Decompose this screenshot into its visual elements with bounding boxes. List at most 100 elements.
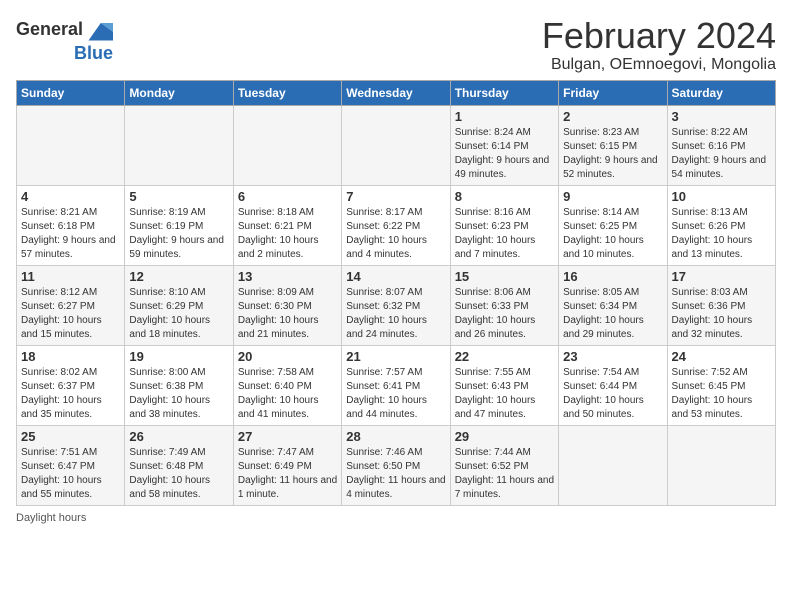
calendar-cell [667,425,775,505]
day-of-week-header: Saturday [667,80,775,105]
day-info: Sunrise: 8:12 AM Sunset: 6:27 PM Dayligh… [21,286,120,342]
calendar-cell [125,105,233,185]
logo-general-text: General [16,20,83,40]
calendar-cell: 25 Sunrise: 7:51 AM Sunset: 6:47 PM Dayli… [17,425,125,505]
day-number: 28 [346,429,445,444]
day-info: Sunrise: 8:02 AM Sunset: 6:37 PM Dayligh… [21,366,120,422]
day-number: 10 [672,189,771,204]
day-number: 4 [21,189,120,204]
day-number: 18 [21,349,120,364]
day-number: 20 [238,349,337,364]
day-info: Sunrise: 8:17 AM Sunset: 6:22 PM Dayligh… [346,206,445,262]
calendar-cell [17,105,125,185]
day-info: Sunrise: 7:54 AM Sunset: 6:44 PM Dayligh… [563,366,662,422]
title-block: February 2024 Bulgan, OEmnoegovi, Mongol… [542,16,776,74]
day-info: Sunrise: 8:13 AM Sunset: 6:26 PM Dayligh… [672,206,771,262]
day-number: 5 [129,189,228,204]
day-info: Sunrise: 8:03 AM Sunset: 6:36 PM Dayligh… [672,286,771,342]
day-number: 11 [21,269,120,284]
calendar-cell: 12 Sunrise: 8:10 AM Sunset: 6:29 PM Dayli… [125,265,233,345]
day-number: 15 [455,269,554,284]
day-number: 27 [238,429,337,444]
calendar-cell: 3 Sunrise: 8:22 AM Sunset: 6:16 PM Daylig… [667,105,775,185]
calendar-cell: 9Sunrise: 8:14 AM Sunset: 6:25 PM Daylig… [559,185,667,265]
day-info: Sunrise: 7:58 AM Sunset: 6:40 PM Dayligh… [238,366,337,422]
calendar-cell: 1 Sunrise: 8:24 AM Sunset: 6:14 PM Daylig… [450,105,558,185]
day-number: 13 [238,269,337,284]
day-info: Sunrise: 7:52 AM Sunset: 6:45 PM Dayligh… [672,366,771,422]
calendar-cell: 13 Sunrise: 8:09 AM Sunset: 6:30 PM Dayli… [233,265,341,345]
calendar-cell: 10 Sunrise: 8:13 AM Sunset: 6:26 PM Dayli… [667,185,775,265]
day-info: Sunrise: 8:18 AM Sunset: 6:21 PM Dayligh… [238,206,337,262]
day-info: Sunrise: 8:14 AM Sunset: 6:25 PM Dayligh… [563,206,662,262]
day-number: 6 [238,189,337,204]
day-info: Sunrise: 8:00 AM Sunset: 6:38 PM Dayligh… [129,366,228,422]
day-number: 19 [129,349,228,364]
day-info: Sunrise: 8:09 AM Sunset: 6:30 PM Dayligh… [238,286,337,342]
calendar-cell: 18 Sunrise: 8:02 AM Sunset: 6:37 PM Dayli… [17,345,125,425]
day-number: 8 [455,189,554,204]
header: General Blue February 2024 Bulgan, OEmno… [16,16,776,74]
day-info: Sunrise: 8:23 AM Sunset: 6:15 PM Dayligh… [563,126,662,182]
calendar-cell: 6 Sunrise: 8:18 AM Sunset: 6:21 PM Daylig… [233,185,341,265]
page: General Blue February 2024 Bulgan, OEmno… [0,0,792,534]
day-info: Sunrise: 7:51 AM Sunset: 6:47 PM Dayligh… [21,446,120,502]
day-number: 29 [455,429,554,444]
day-info: Sunrise: 8:22 AM Sunset: 6:16 PM Dayligh… [672,126,771,182]
calendar-cell [342,105,450,185]
day-number: 23 [563,349,662,364]
calendar-cell: 15 Sunrise: 8:06 AM Sunset: 6:33 PM Dayli… [450,265,558,345]
day-number: 14 [346,269,445,284]
day-info: Sunrise: 8:21 AM Sunset: 6:18 PM Dayligh… [21,206,120,262]
header-row: SundayMondayTuesdayWednesdayThursdayFrid… [17,80,776,105]
logo-icon [85,16,113,44]
day-of-week-header: Monday [125,80,233,105]
day-number: 25 [21,429,120,444]
calendar-cell [233,105,341,185]
day-of-week-header: Friday [559,80,667,105]
day-number: 21 [346,349,445,364]
calendar-cell: 24 Sunrise: 7:52 AM Sunset: 6:45 PM Dayli… [667,345,775,425]
calendar-cell: 8 Sunrise: 8:16 AM Sunset: 6:23 PM Daylig… [450,185,558,265]
day-info: Sunrise: 8:16 AM Sunset: 6:23 PM Dayligh… [455,206,554,262]
footer: Daylight hours [16,512,776,524]
calendar-cell: 22 Sunrise: 7:55 AM Sunset: 6:43 PM Dayli… [450,345,558,425]
day-info: Sunrise: 8:05 AM Sunset: 6:34 PM Dayligh… [563,286,662,342]
day-info: Sunrise: 8:10 AM Sunset: 6:29 PM Dayligh… [129,286,228,342]
calendar-cell: 5 Sunrise: 8:19 AM Sunset: 6:19 PM Daylig… [125,185,233,265]
logo-blue-text: Blue [74,44,113,64]
day-info: Sunrise: 7:46 AM Sunset: 6:50 PM Dayligh… [346,446,445,502]
day-number: 16 [563,269,662,284]
day-info: Sunrise: 7:49 AM Sunset: 6:48 PM Dayligh… [129,446,228,502]
day-number: 26 [129,429,228,444]
day-number: 24 [672,349,771,364]
day-info: Sunrise: 8:19 AM Sunset: 6:19 PM Dayligh… [129,206,228,262]
calendar-cell: 17Sunrise: 8:03 AM Sunset: 6:36 PM Dayli… [667,265,775,345]
day-number: 2 [563,109,662,124]
calendar-cell: 19 Sunrise: 8:00 AM Sunset: 6:38 PM Dayli… [125,345,233,425]
calendar-cell: 28 Sunrise: 7:46 AM Sunset: 6:50 PM Dayli… [342,425,450,505]
calendar-cell: 20 Sunrise: 7:58 AM Sunset: 6:40 PM Dayli… [233,345,341,425]
calendar-week-row: 25 Sunrise: 7:51 AM Sunset: 6:47 PM Dayli… [17,425,776,505]
day-info: Sunrise: 7:47 AM Sunset: 6:49 PM Dayligh… [238,446,337,502]
day-number: 7 [346,189,445,204]
day-number: 12 [129,269,228,284]
calendar-cell: 23 Sunrise: 7:54 AM Sunset: 6:44 PM Dayli… [559,345,667,425]
calendar-title: February 2024 [542,16,776,56]
calendar-week-row: 4 Sunrise: 8:21 AM Sunset: 6:18 PM Daylig… [17,185,776,265]
day-of-week-header: Tuesday [233,80,341,105]
day-number: 1 [455,109,554,124]
calendar-cell: 29 Sunrise: 7:44 AM Sunset: 6:52 PM Dayli… [450,425,558,505]
calendar-cell: 2 Sunrise: 8:23 AM Sunset: 6:15 PM Daylig… [559,105,667,185]
day-info: Sunrise: 7:57 AM Sunset: 6:41 PM Dayligh… [346,366,445,422]
day-info: Sunrise: 8:24 AM Sunset: 6:14 PM Dayligh… [455,126,554,182]
day-info: Sunrise: 7:55 AM Sunset: 6:43 PM Dayligh… [455,366,554,422]
day-number: 22 [455,349,554,364]
day-info: Sunrise: 8:06 AM Sunset: 6:33 PM Dayligh… [455,286,554,342]
day-of-week-header: Sunday [17,80,125,105]
daylight-label: Daylight hours [16,512,86,524]
day-of-week-header: Wednesday [342,80,450,105]
day-number: 3 [672,109,771,124]
day-info: Sunrise: 7:44 AM Sunset: 6:52 PM Dayligh… [455,446,554,502]
day-of-week-header: Thursday [450,80,558,105]
